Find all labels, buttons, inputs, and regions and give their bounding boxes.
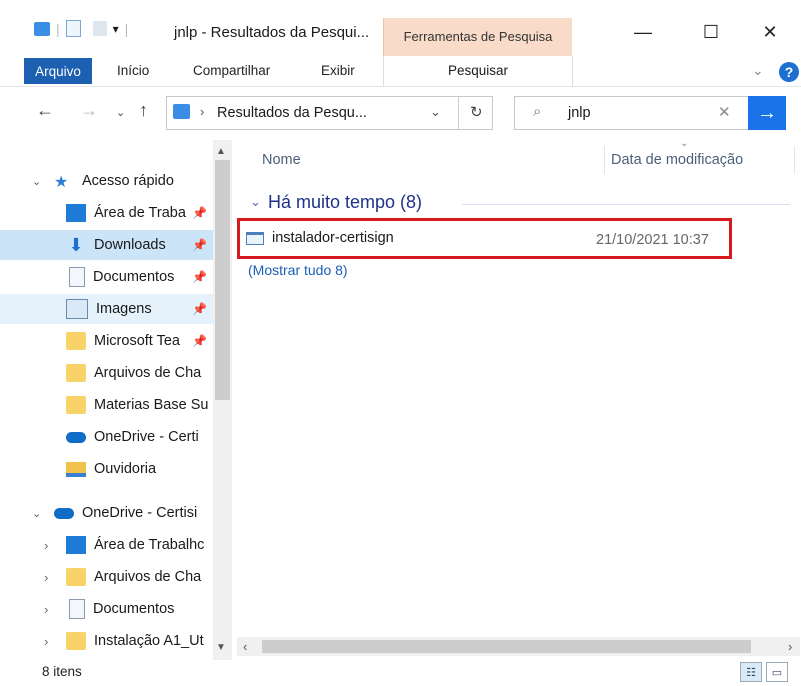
sidebar-item-documentos[interactable]: Documentos 📌 <box>0 262 213 292</box>
document-icon <box>69 599 85 619</box>
search-results-icon <box>173 104 190 119</box>
highlight-box <box>237 218 732 259</box>
forward-arrow-icon[interactable]: → <box>80 100 98 121</box>
download-icon: ⬇ <box>68 235 84 255</box>
desktop-icon <box>66 536 86 554</box>
tab-inicio[interactable]: Início <box>117 63 149 78</box>
address-text: Resultados da Pesqu... <box>217 105 367 121</box>
sidebar-item-onedrive-area-de-trabalho[interactable]: › Área de Trabalhc <box>0 530 213 560</box>
column-header-data[interactable]: Data de modificação <box>611 152 743 168</box>
new-folder-icon[interactable] <box>92 21 107 36</box>
search-tools-context-tab: Ferramentas de Pesquisa <box>383 18 572 56</box>
show-all-link[interactable]: (Mostrar tudo 8) <box>248 262 348 278</box>
divider <box>458 96 459 130</box>
cloud-icon <box>66 431 86 443</box>
star-icon: ★ <box>54 174 69 191</box>
desktop-icon <box>66 204 86 222</box>
search-go-icon[interactable]: → <box>748 96 786 130</box>
maximize-button[interactable]: ☐ <box>688 16 734 48</box>
column-divider <box>794 146 795 174</box>
sidebar-item-materias-base[interactable]: Materias Base Su <box>0 390 213 420</box>
sidebar-item-ouvidoria[interactable]: Ouvidoria <box>0 454 213 484</box>
address-dropdown-icon[interactable]: ⌄ <box>430 104 441 120</box>
group-divider <box>462 204 790 205</box>
folder-icon <box>66 632 86 650</box>
separator: | <box>124 20 129 37</box>
breadcrumb-chevron-icon: › <box>200 104 205 119</box>
sidebar-item-area-de-trabalho[interactable]: Área de Traba 📌 <box>0 198 213 228</box>
pin-icon: 📌 <box>192 302 207 316</box>
sidebar-item-onedrive-documentos[interactable]: › Documentos <box>0 594 213 624</box>
tab-exibir[interactable]: Exibir <box>321 63 355 78</box>
sidebar-item-microsoft-teams[interactable]: Microsoft Tea 📌 <box>0 326 213 356</box>
sidebar-item-downloads[interactable]: ⬇ Downloads 📌 <box>0 230 213 260</box>
expand-chevron-icon[interactable]: › <box>44 570 64 585</box>
folder-icon <box>66 364 86 382</box>
sidebar-item-onedrive-quick[interactable]: OneDrive - Certi <box>0 422 213 452</box>
sidebar-item-acesso-rapido[interactable]: ⌄ ★ Acesso rápido <box>0 166 213 196</box>
pin-icon: 📌 <box>192 206 207 220</box>
sidebar-item-onedrive-arquivos-de-chat[interactable]: › Arquivos de Cha <box>0 562 213 592</box>
scroll-right-icon[interactable]: › <box>788 639 792 654</box>
refresh-icon[interactable]: ↻ <box>470 103 483 121</box>
window-title: jnlp - Resultados da Pesqui... <box>174 24 370 41</box>
pin-icon: 📌 <box>192 270 207 284</box>
sort-chevron-icon: ⌄ <box>680 138 689 149</box>
back-arrow-icon[interactable]: ← <box>36 100 54 121</box>
sidebar-item-arquivos-de-chat[interactable]: Arquivos de Cha <box>0 358 213 388</box>
folder-icon <box>66 396 86 414</box>
column-header-nome[interactable]: Nome <box>262 152 301 168</box>
help-icon[interactable]: ? <box>779 62 799 82</box>
column-divider <box>604 146 605 174</box>
group-header[interactable]: Há muito tempo (8) <box>268 192 422 213</box>
separator: | <box>56 20 60 37</box>
recent-locations-icon[interactable]: ⌄ <box>116 106 125 119</box>
details-view-icon[interactable]: ☷ <box>740 662 762 682</box>
tab-compartilhar[interactable]: Compartilhar <box>193 63 270 78</box>
document-icon <box>69 267 85 287</box>
sidebar-item-imagens[interactable]: Imagens 📌 <box>0 294 213 324</box>
expand-chevron-icon[interactable]: › <box>44 634 64 649</box>
customize-toolbar-icon[interactable]: ▾ <box>113 22 119 36</box>
image-icon <box>66 299 88 319</box>
expand-chevron-icon[interactable]: › <box>44 602 64 617</box>
expand-chevron-icon[interactable]: › <box>44 538 64 553</box>
network-drive-icon <box>66 461 86 477</box>
expand-ribbon-icon[interactable]: ⌄ <box>752 62 764 79</box>
close-button[interactable]: ✕ <box>747 16 793 48</box>
pin-icon: 📌 <box>192 334 207 348</box>
minimize-button[interactable]: — <box>620 16 666 48</box>
large-icons-view-icon[interactable]: ▭ <box>766 662 788 682</box>
navigation-pane: ⌄ ★ Acesso rápido Área de Traba 📌 ⬇ Down… <box>0 140 237 660</box>
tab-pesquisar[interactable]: Pesquisar <box>383 56 573 86</box>
folder-icon <box>66 568 86 586</box>
sidebar-item-instalacao-a1[interactable]: › Instalação A1_Ut <box>0 626 213 656</box>
sidebar-scroll-thumb[interactable] <box>215 160 230 400</box>
quick-access-toolbar: | ▾ | <box>34 20 128 37</box>
scroll-up-icon[interactable]: ▲ <box>216 146 226 157</box>
up-arrow-icon[interactable]: ↑ <box>139 100 148 121</box>
search-input[interactable]: jnlp <box>568 105 591 121</box>
collapse-chevron-icon[interactable]: ⌄ <box>32 175 46 188</box>
content-scroll-thumb[interactable] <box>262 640 751 653</box>
clear-search-icon[interactable]: ✕ <box>718 103 731 121</box>
pin-icon: 📌 <box>192 238 207 252</box>
folder-icon <box>66 332 86 350</box>
search-box[interactable] <box>514 96 786 130</box>
sidebar-item-onedrive[interactable]: ⌄ OneDrive - Certisi <box>0 498 213 528</box>
collapse-chevron-icon[interactable]: ⌄ <box>32 507 46 520</box>
scroll-down-icon[interactable]: ▼ <box>216 642 226 653</box>
properties-icon[interactable] <box>65 20 81 37</box>
tab-arquivo[interactable]: Arquivo <box>24 58 92 84</box>
scroll-left-icon[interactable]: ‹ <box>243 639 247 654</box>
item-count: 8 itens <box>42 664 82 679</box>
search-icon: ⌕ <box>533 103 542 120</box>
explorer-icon[interactable] <box>34 21 50 36</box>
group-collapse-icon[interactable]: ⌄ <box>250 194 261 210</box>
cloud-icon <box>54 507 74 519</box>
